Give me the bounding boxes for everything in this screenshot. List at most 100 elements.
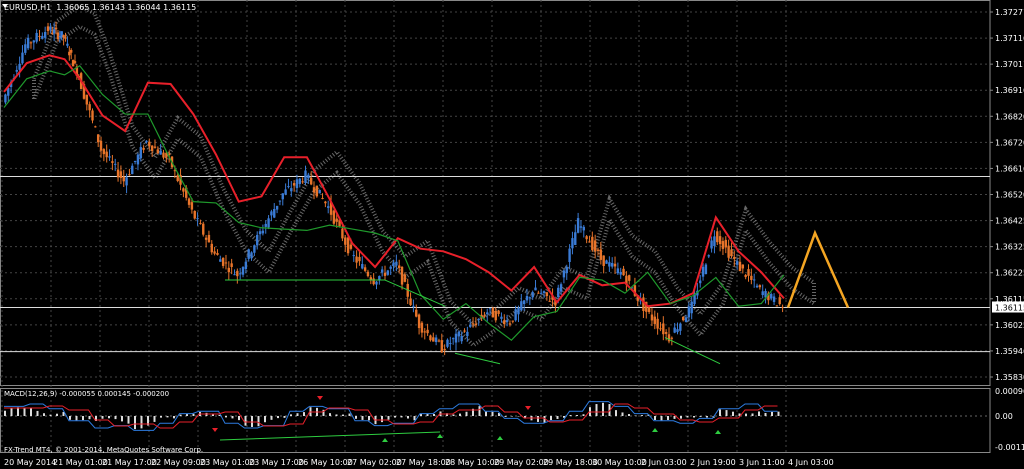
- macd-histogram-bar: [264, 416, 266, 423]
- projection-line: [786, 229, 850, 309]
- candle-body: [361, 263, 364, 269]
- candle-body: [559, 284, 563, 292]
- macd-histogram-bar: [30, 407, 32, 416]
- time-tick-label: 2 Jun 03:00: [641, 458, 687, 467]
- candle-body: [153, 146, 157, 148]
- chart-window[interactable]: 1.37271 1.37116 1.37011 1.36916 1.36820 1.367…: [0, 0, 1024, 469]
- macd-histogram-bar: [693, 416, 695, 418]
- time-tick-label: 20 May 2014: [4, 458, 56, 467]
- candle-body: [145, 140, 148, 143]
- candle-body: [199, 223, 202, 225]
- candle-body: [148, 141, 151, 147]
- candle-body: [707, 255, 710, 257]
- macd-histogram-bar: [673, 416, 676, 419]
- price-tick-label: 1.36720: [995, 138, 1024, 147]
- candle-body: [619, 272, 622, 275]
- candle-body: [278, 200, 282, 202]
- macd-tick-label: 0.000969: [995, 387, 1024, 396]
- candle-body: [537, 292, 540, 294]
- candle-body: [375, 281, 378, 285]
- macd-histogram-bar: [140, 416, 143, 429]
- candle-body: [781, 306, 784, 308]
- macd-histogram-bar: [153, 416, 156, 422]
- candle-body: [426, 329, 429, 334]
- candle-body: [332, 210, 336, 224]
- candle-body: [62, 35, 65, 38]
- candle-body: [159, 150, 162, 155]
- candle-body: [724, 239, 727, 248]
- candle-body: [366, 271, 370, 277]
- macd-histogram-bar: [134, 416, 136, 430]
- candle-body: [562, 270, 566, 278]
- price-tick-label: 1.37271: [995, 8, 1024, 17]
- macd-histogram-bar: [699, 416, 702, 417]
- candle-body: [477, 318, 480, 320]
- candle-body: [378, 276, 381, 280]
- candle-body: [29, 42, 33, 44]
- candle-body: [761, 291, 764, 296]
- price-tick-label: 1.36225: [995, 269, 1024, 278]
- macd-histogram-bar: [82, 416, 84, 421]
- candle-body: [517, 307, 520, 315]
- macd-histogram-bar: [101, 416, 104, 419]
- macd-histogram-bar: [231, 416, 234, 419]
- candle-body: [778, 297, 781, 305]
- candle-body: [301, 181, 304, 183]
- macd-histogram-bar: [355, 416, 357, 419]
- candle-body: [758, 285, 762, 288]
- candle-body: [114, 163, 117, 165]
- candle-body: [486, 312, 489, 315]
- candle-body: [224, 262, 228, 264]
- candle-body: [579, 226, 583, 228]
- macd-histogram-bar: [660, 416, 663, 421]
- price-tick-label: 1.36520: [995, 191, 1024, 200]
- candle-body: [182, 188, 185, 192]
- candle-body: [679, 323, 682, 331]
- candle-body: [673, 327, 676, 333]
- candle-body: [557, 287, 560, 298]
- buy-arrow-icon: [437, 434, 443, 438]
- buy-arrow-icon: [382, 438, 388, 442]
- chart-canvas[interactable]: 1.37271 1.37116 1.37011 1.36916 1.36820 1.367…: [0, 0, 1024, 469]
- candle-body: [772, 296, 776, 302]
- macd-histogram-bar: [576, 415, 578, 416]
- price-tick-label: 1.37116: [995, 34, 1024, 43]
- macd-histogram-bar: [121, 416, 123, 422]
- macd-histogram-bar: [706, 416, 708, 418]
- candle-body: [500, 316, 503, 319]
- candle-body: [190, 202, 194, 210]
- macd-histogram-bar: [459, 413, 461, 416]
- candle-body: [755, 285, 759, 288]
- macd-histogram-bar: [173, 416, 175, 419]
- time-tick-label: 29 May 18:00: [543, 458, 598, 467]
- candle-body: [119, 171, 123, 178]
- candle-body: [270, 211, 273, 216]
- candle-body: [238, 273, 242, 275]
- candle-body: [392, 262, 395, 267]
- candle-body: [125, 177, 128, 186]
- candle-body: [281, 193, 284, 200]
- candle-body: [142, 147, 145, 150]
- price-tick-label: 1.35830: [995, 373, 1024, 382]
- candle-body: [241, 267, 245, 275]
- macd-histogram-bar: [745, 413, 747, 416]
- candle-body: [471, 323, 475, 325]
- macd-histogram-bar: [667, 416, 669, 420]
- macd-histogram-bar: [725, 410, 728, 416]
- sell-arrow-icon: [317, 396, 323, 400]
- candle-body: [102, 149, 106, 155]
- macd-histogram-bar: [758, 411, 760, 416]
- candle-body: [457, 331, 461, 337]
- macd-histogram-bar: [251, 416, 253, 427]
- candle-body: [91, 110, 94, 121]
- candle-body: [460, 335, 463, 342]
- macd-histogram-bar: [303, 412, 305, 416]
- candle-body: [236, 270, 239, 277]
- macd-histogram-bar: [329, 413, 331, 416]
- candle-body: [85, 94, 89, 105]
- candle-body: [193, 210, 196, 219]
- candle-body: [591, 236, 594, 251]
- candle-body: [718, 236, 722, 245]
- macd-histogram-bar: [88, 416, 91, 420]
- macd-histogram-bar: [485, 411, 487, 416]
